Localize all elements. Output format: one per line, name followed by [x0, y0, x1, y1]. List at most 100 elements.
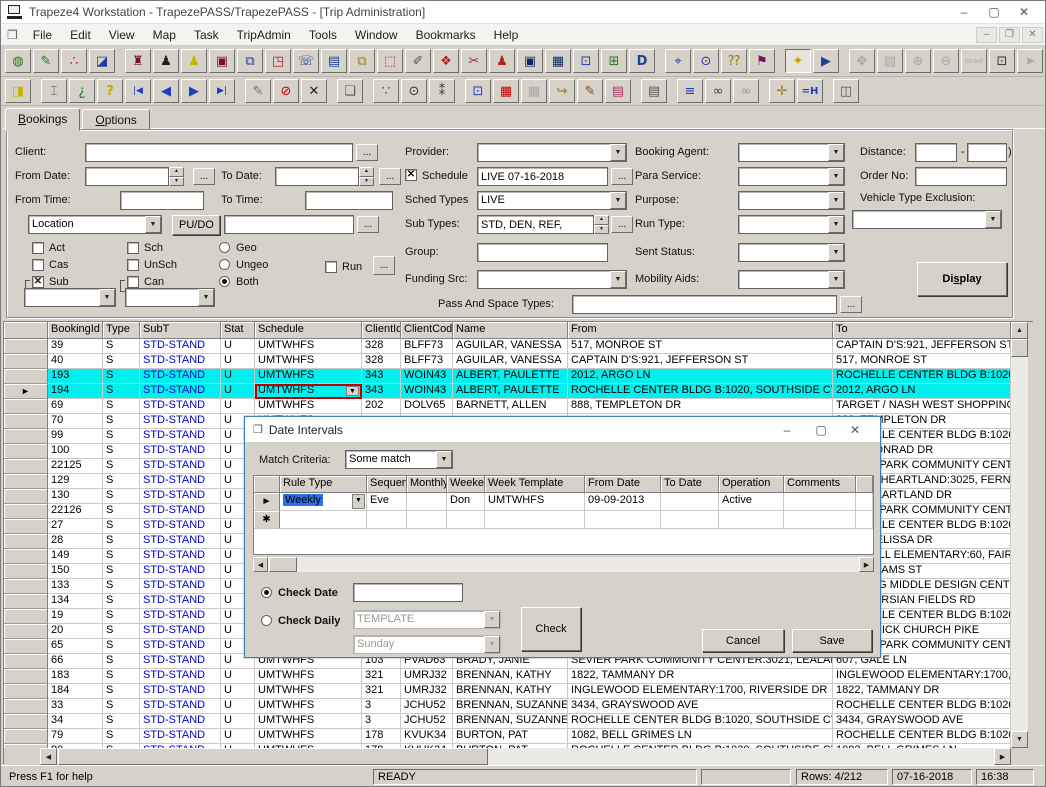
cell-subt[interactable]: STD-STAND — [140, 399, 221, 414]
cell-bookingid[interactable]: 33 — [48, 699, 103, 714]
menu-item[interactable]: Map — [144, 25, 185, 45]
vehicle-excl-select[interactable]: ▼ — [852, 210, 1002, 229]
pudo-input[interactable] — [224, 215, 354, 234]
print-icon[interactable]: ▤ — [641, 79, 667, 103]
cell-clientid[interactable]: 178 — [362, 729, 401, 744]
table-row[interactable]: ► 39 S STD-STAND U UMTWHFS▼ 328 BLFF73 A… — [4, 339, 1011, 354]
cell-type[interactable]: S — [103, 414, 140, 429]
cell-subt[interactable]: STD-STAND — [140, 594, 221, 609]
scroll-doc-icon[interactable]: ↪ — [549, 79, 575, 103]
cas-checkbox[interactable] — [32, 259, 44, 271]
row-selector[interactable]: ► — [4, 474, 48, 489]
from-date-cell[interactable]: 09-09-2013 — [585, 493, 661, 511]
booking-agent-select[interactable]: ▼ — [738, 143, 845, 162]
cell-name[interactable]: BRENNAN, KATHY — [453, 669, 568, 684]
cell-name[interactable]: BARNETT, ALLEN — [453, 399, 568, 414]
delete-record-icon[interactable]: ⊘ — [273, 79, 299, 103]
operation-cell[interactable]: Active — [719, 493, 784, 511]
cell-schedule[interactable]: UMTWHFS▼ — [255, 354, 362, 369]
run-type-select[interactable]: ▼ — [738, 215, 845, 234]
rule-type-cell[interactable]: Weekly▼ — [280, 493, 367, 511]
cell-from[interactable]: ROCHELLE CENTER BLDG B:1020, SOUTHSIDE C… — [568, 384, 833, 399]
client-phone-icon[interactable]: ☏ — [293, 49, 319, 73]
list-icon[interactable]: ▤ — [321, 49, 347, 73]
monitor-icon[interactable]: ⊡ — [573, 49, 599, 73]
pass-space-input[interactable] — [572, 295, 837, 314]
cell-name[interactable]: AGUILAR, VANESSA — [453, 339, 568, 354]
grid-dots-icon[interactable]: ▦ — [521, 79, 547, 103]
cell-from[interactable]: 517, MONROE ST — [568, 339, 833, 354]
cell-clientcode[interactable]: UMRJ32 — [401, 669, 453, 684]
last-record-icon[interactable]: ▶| — [209, 79, 235, 103]
dialog-close-button[interactable]: ✕ — [838, 423, 872, 437]
schedule-checkbox[interactable]: ✕ — [405, 169, 417, 181]
table-row[interactable]: ► 33 S STD-STAND U UMTWHFS▼ 3 JCHU52 BRE… — [4, 699, 1011, 714]
schedule-input[interactable] — [477, 167, 608, 186]
check-button[interactable]: Check — [521, 607, 581, 651]
check-daily-radio[interactable] — [261, 615, 272, 626]
cell-schedule[interactable]: UMTWHFS▼ — [255, 729, 362, 744]
vehicle-list-icon[interactable]: ▦ — [545, 49, 571, 73]
route-icon[interactable]: ⬚ — [377, 49, 403, 73]
bank-icon[interactable]: ♜ — [125, 49, 151, 73]
cell-from[interactable]: 888, TEMPLETON DR — [568, 399, 833, 414]
window-tree-icon[interactable]: ⊞ — [601, 49, 627, 73]
pointer-icon[interactable]: ➤ — [1017, 49, 1043, 73]
day-select[interactable]: Sunday▼ — [353, 635, 501, 654]
mobility-aids-select[interactable]: ▼ — [738, 270, 845, 289]
ungeo-radio[interactable] — [219, 259, 230, 270]
cell-name[interactable]: ALBERT, PAULETTE — [453, 384, 568, 399]
scroll-left-icon[interactable]: ◀ — [253, 557, 268, 572]
cell-subt[interactable]: STD-STAND — [140, 489, 221, 504]
row-selector[interactable]: ► — [4, 669, 48, 684]
cell-to[interactable]: ROCHELLE CENTER BLDG B:1020, SOUTHSIDE C… — [833, 369, 1011, 384]
cell-schedule[interactable]: UMTWHFS▼ — [255, 714, 362, 729]
split-icon[interactable]: ✂ — [461, 49, 487, 73]
row-selector[interactable]: ► — [4, 459, 48, 474]
menu-item[interactable]: Tools — [300, 25, 346, 45]
next-record-icon[interactable]: ▶ — [181, 79, 207, 103]
from-date-input[interactable] — [85, 167, 169, 186]
to-date-spinner[interactable]: ▲▼ — [359, 167, 374, 186]
hscroll-thumb[interactable] — [269, 557, 297, 572]
tab[interactable]: Bookings — [5, 108, 80, 131]
cell-bookingid[interactable]: 40 — [48, 354, 103, 369]
maximize-button[interactable]: ▢ — [979, 5, 1009, 19]
cell-bookingid[interactable]: 20 — [48, 624, 103, 639]
cell-schedule[interactable]: UMTWHFS▼ — [255, 669, 362, 684]
cell-subt[interactable]: STD-STAND — [140, 414, 221, 429]
client-browse-button[interactable]: ... — [356, 144, 378, 161]
row-selector[interactable]: ► — [4, 639, 48, 654]
cell-subt[interactable]: STD-STAND — [140, 684, 221, 699]
table-row[interactable]: ► 193 S STD-STAND U UMTWHFS▼ 343 WOIN43 … — [4, 369, 1011, 384]
row-selector[interactable]: ► — [4, 414, 48, 429]
cell-subt[interactable]: STD-STAND — [140, 429, 221, 444]
cell-from[interactable]: ROCHELLE CENTER BLDG B:1020, SOUTHSIDE C… — [568, 714, 833, 729]
row-selector[interactable]: ► — [4, 654, 48, 669]
cell-to[interactable]: ROCHELLE CENTER BLDG B:1020, SOUTHSIDE C… — [833, 729, 1011, 744]
row-selector[interactable]: ► — [4, 354, 48, 369]
row-selector[interactable]: ► — [4, 534, 48, 549]
cell-clientcode[interactable]: WOIN43 — [401, 369, 453, 384]
can-select[interactable]: ▼ — [125, 288, 215, 307]
cell-clientcode[interactable]: KVUK34 — [401, 729, 453, 744]
row-selector[interactable]: ► — [4, 444, 48, 459]
menu-item[interactable]: Help — [485, 25, 528, 45]
cell-subt[interactable]: STD-STAND — [140, 624, 221, 639]
pass-space-browse-button[interactable]: ... — [840, 296, 862, 313]
draw-icon[interactable]: ✐ — [405, 49, 431, 73]
menu-item[interactable]: Window — [346, 25, 407, 45]
cell-type[interactable]: S — [103, 474, 140, 489]
cell-bookingid[interactable]: 133 — [48, 579, 103, 594]
scroll-right-icon[interactable]: ▶ — [994, 748, 1011, 765]
cell-type[interactable]: S — [103, 504, 140, 519]
table-row[interactable]: ► 69 S STD-STAND U UMTWHFS▼ 202 DOLV65 B… — [4, 399, 1011, 414]
from-time-input[interactable] — [120, 191, 204, 210]
cell-bookingid[interactable]: 130 — [48, 489, 103, 504]
cell-bookingid[interactable]: 150 — [48, 564, 103, 579]
cell-subt[interactable]: STD-STAND — [140, 654, 221, 669]
cell-clientid[interactable]: 328 — [362, 339, 401, 354]
client-search-icon[interactable]: ⊙ — [693, 49, 719, 73]
cell-type[interactable]: S — [103, 354, 140, 369]
menu-item[interactable]: TripAdmin — [228, 25, 300, 45]
